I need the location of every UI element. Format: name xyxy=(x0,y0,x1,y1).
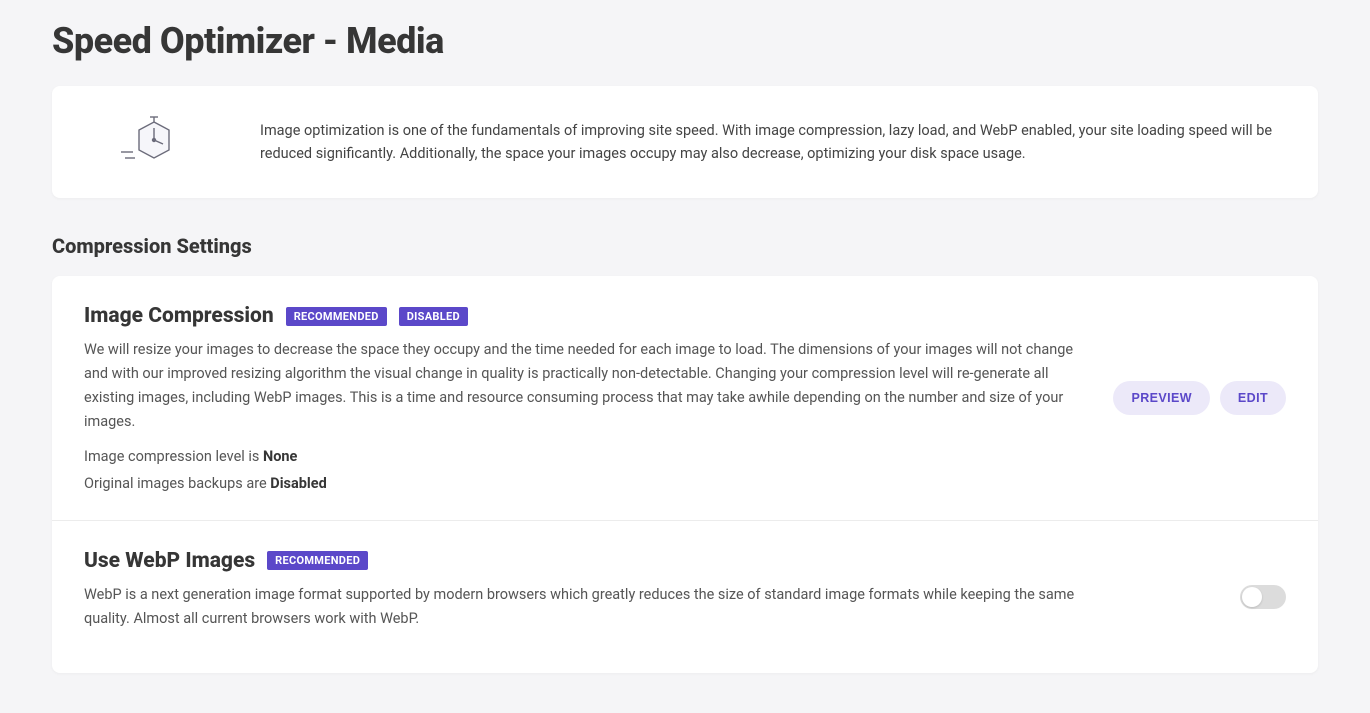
edit-button[interactable]: EDIT xyxy=(1220,381,1286,415)
webp-block: Use WebP Images RECOMMENDED WebP is a ne… xyxy=(52,521,1318,673)
page-title: Speed Optimizer - Media xyxy=(52,20,1318,62)
settings-card: Image Compression RECOMMENDED DISABLED W… xyxy=(52,276,1318,673)
preview-button[interactable]: PREVIEW xyxy=(1113,381,1209,415)
compression-level-line: Image compression level is None xyxy=(84,448,1089,465)
webp-description: WebP is a next generation image format s… xyxy=(84,583,1104,631)
intro-text: Image optimization is one of the fundame… xyxy=(260,119,1286,165)
image-compression-block: Image Compression RECOMMENDED DISABLED W… xyxy=(52,276,1318,521)
recommended-badge: RECOMMENDED xyxy=(286,307,387,326)
section-title: Compression Settings xyxy=(52,234,1318,258)
webp-toggle[interactable] xyxy=(1240,585,1286,609)
toggle-knob xyxy=(1242,587,1262,607)
image-compression-description: We will resize your images to decrease t… xyxy=(84,338,1089,434)
disabled-badge: DISABLED xyxy=(399,307,468,326)
intro-card: Image optimization is one of the fundame… xyxy=(52,86,1318,198)
recommended-badge: RECOMMENDED xyxy=(267,551,368,570)
image-compression-title: Image Compression xyxy=(84,304,274,328)
backup-status-line: Original images backups are Disabled xyxy=(84,475,1089,492)
webp-title: Use WebP Images xyxy=(84,549,255,573)
speed-clock-icon xyxy=(84,114,224,170)
